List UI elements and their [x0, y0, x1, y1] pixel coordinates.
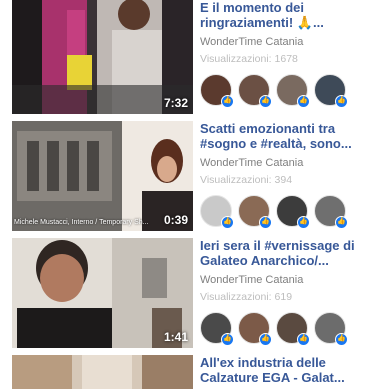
- video-title[interactable]: Scatti emozionanti tra #sogno e #realtà,…: [200, 121, 377, 151]
- view-count: Visualizzazioni: 1678: [200, 53, 298, 65]
- video-item[interactable]: Michele Mustacci, Interno / Temporary Sh…: [12, 121, 377, 231]
- avatar[interactable]: 👍: [276, 74, 310, 108]
- video-item[interactable]: All'ex industria delle Calzature EGA - G…: [12, 355, 377, 389]
- avatar[interactable]: 👍: [200, 312, 234, 346]
- thumbnail-image: [12, 355, 193, 389]
- reactions-avatars: 👍 👍 👍 👍: [200, 195, 377, 229]
- thumbs-up-icon: 👍: [221, 333, 234, 346]
- video-title[interactable]: E il momento dei ringraziamenti! 🙏...: [200, 0, 377, 30]
- avatar[interactable]: 👍: [200, 74, 234, 108]
- thumbs-up-icon: 👍: [221, 95, 234, 108]
- thumbs-up-icon: 👍: [259, 216, 272, 229]
- video-duration: 7:32: [163, 96, 188, 110]
- reactions-avatars: 👍 👍 👍 👍: [200, 74, 377, 108]
- thumbs-up-icon: 👍: [297, 216, 310, 229]
- video-caption-overlay: Michele Mustacci, Interno / Temporary Sh…: [14, 219, 149, 226]
- thumbs-up-icon: 👍: [335, 95, 348, 108]
- video-thumbnail[interactable]: 1:41: [12, 238, 193, 348]
- avatar[interactable]: 👍: [314, 195, 348, 229]
- video-thumbnail[interactable]: [12, 355, 193, 389]
- channel-name[interactable]: WonderTime Catania: [200, 35, 377, 49]
- thumbs-up-icon: 👍: [259, 95, 272, 108]
- video-duration: 0:39: [163, 213, 188, 227]
- video-item[interactable]: 7:32 E il momento dei ringraziamenti! 🙏.…: [12, 0, 377, 114]
- video-item[interactable]: 1:41 Ieri sera il #vernissage di Galateo…: [12, 238, 377, 348]
- avatar[interactable]: 👍: [238, 195, 272, 229]
- thumbs-up-icon: 👍: [259, 333, 272, 346]
- video-thumbnail[interactable]: 7:32: [12, 0, 193, 114]
- avatar[interactable]: 👍: [276, 312, 310, 346]
- thumbs-up-icon: 👍: [221, 216, 234, 229]
- avatar[interactable]: 👍: [276, 195, 310, 229]
- view-count: Visualizzazioni: 394: [200, 174, 293, 186]
- thumbs-up-icon: 👍: [297, 95, 310, 108]
- video-thumbnail[interactable]: Michele Mustacci, Interno / Temporary Sh…: [12, 121, 193, 231]
- avatar[interactable]: 👍: [238, 74, 272, 108]
- view-count: Visualizzazioni: 619: [200, 291, 293, 303]
- thumbs-up-icon: 👍: [297, 333, 310, 346]
- channel-name[interactable]: WonderTime Catania: [200, 273, 377, 287]
- avatar[interactable]: 👍: [238, 312, 272, 346]
- video-title[interactable]: All'ex industria delle Calzature EGA - G…: [200, 355, 377, 385]
- avatar[interactable]: 👍: [200, 195, 234, 229]
- thumbs-up-icon: 👍: [335, 333, 348, 346]
- reactions-avatars: 👍 👍 👍 👍: [200, 312, 377, 346]
- video-title[interactable]: Ieri sera il #vernissage di Galateo Anar…: [200, 238, 377, 268]
- thumbs-up-icon: 👍: [335, 216, 348, 229]
- channel-name[interactable]: WonderTime Catania: [200, 156, 377, 170]
- avatar[interactable]: 👍: [314, 74, 348, 108]
- avatar[interactable]: 👍: [314, 312, 348, 346]
- video-duration: 1:41: [163, 330, 188, 344]
